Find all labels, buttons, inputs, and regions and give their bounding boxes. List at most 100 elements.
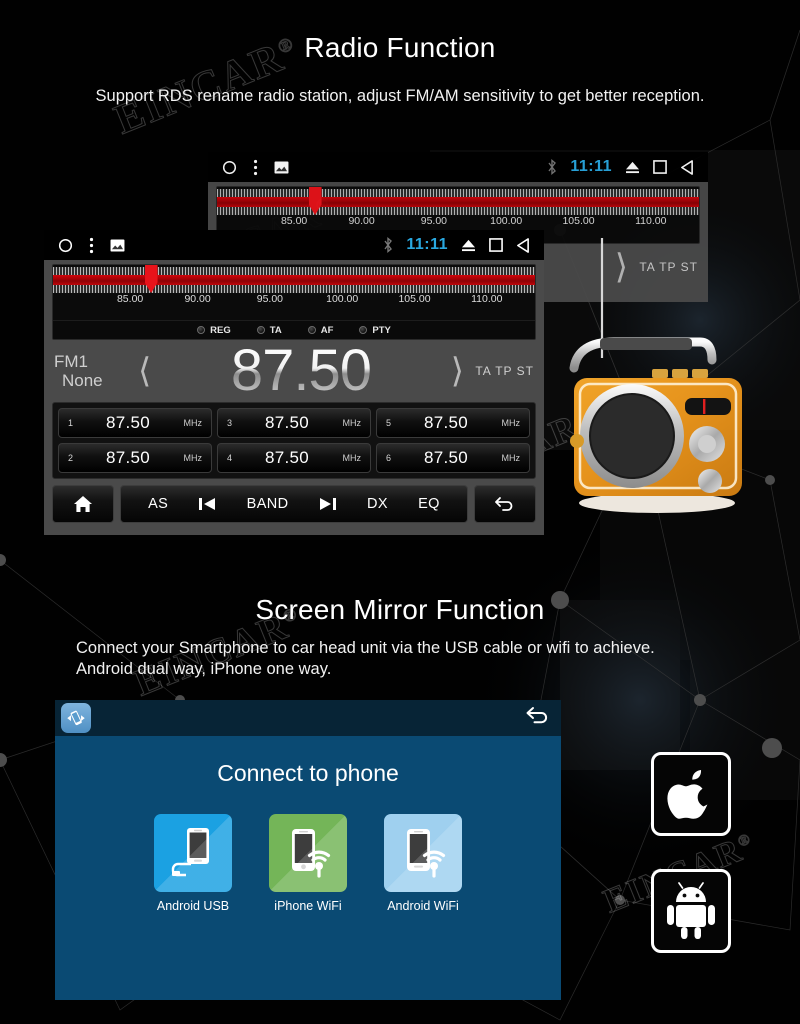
preset-number: 2 bbox=[68, 453, 74, 463]
skip-previous-icon[interactable] bbox=[198, 497, 216, 511]
band-button[interactable]: BAND bbox=[247, 496, 289, 512]
screen-mirror-icon[interactable] bbox=[61, 703, 91, 733]
mirror-back-button[interactable] bbox=[525, 705, 551, 732]
preset-button-6[interactable]: 6 87.50 MHz bbox=[376, 443, 530, 473]
tuner-label: 95.00 bbox=[420, 215, 448, 227]
overflow-menu-icon[interactable] bbox=[253, 159, 258, 176]
preset-unit: MHz bbox=[342, 453, 362, 463]
radio-section-title: Radio Function bbox=[304, 32, 496, 63]
tuner-wrap: 85.00 90.00 95.00 100.00 105.00 110.00 R… bbox=[44, 260, 544, 340]
tuner-label: 105.00 bbox=[562, 215, 595, 227]
preset-button-4[interactable]: 4 87.50 MHz bbox=[217, 443, 371, 473]
tuner-label: 105.00 bbox=[398, 293, 431, 305]
tuner-label: 85.00 bbox=[280, 215, 308, 227]
connect-title: Connect to phone bbox=[217, 760, 399, 786]
transport-controls[interactable]: AS BAND DX EQ bbox=[120, 485, 468, 523]
preset-unit: MHz bbox=[501, 453, 521, 463]
mirror-section-description-line2: Android dual way, iPhone one way. bbox=[76, 660, 332, 678]
band-indicator[interactable]: FM1 None bbox=[54, 352, 132, 390]
bluetooth-icon bbox=[547, 159, 557, 175]
status-right: 11:11 bbox=[383, 236, 530, 254]
preset-value: 87.50 bbox=[264, 413, 310, 432]
circle-icon[interactable] bbox=[58, 238, 73, 253]
tile-label: Android USB bbox=[156, 899, 230, 913]
image-icon[interactable] bbox=[110, 238, 125, 252]
tuner-labels: 85.00 90.00 95.00 100.00 105.00 110.00 bbox=[53, 293, 535, 311]
preset-number: 6 bbox=[386, 453, 392, 463]
preset-number: 3 bbox=[227, 418, 233, 428]
status-clock: 11:11 bbox=[406, 236, 448, 253]
phone-usb-icon bbox=[154, 814, 232, 892]
square-icon[interactable] bbox=[653, 160, 667, 174]
apple-logo-icon bbox=[667, 770, 708, 819]
square-icon[interactable] bbox=[489, 238, 503, 252]
mirror-section-title: Screen Mirror Function bbox=[255, 594, 545, 625]
led-icon bbox=[197, 326, 206, 334]
eject-icon bbox=[625, 161, 640, 174]
eject-icon bbox=[461, 239, 476, 252]
apple-badge bbox=[651, 752, 731, 836]
rds-option-label: AF bbox=[320, 324, 334, 336]
preset-number: 1 bbox=[68, 418, 74, 428]
circle-icon[interactable] bbox=[222, 160, 237, 175]
head-unit-screen-main[interactable]: 11:11 85.00 90.00 95.00 100.00 105.00 11… bbox=[44, 230, 544, 535]
back-triangle-icon[interactable] bbox=[680, 159, 694, 175]
screen-mirror-panel[interactable]: Connect to phone Android USB iPhone WiFi… bbox=[55, 700, 561, 1000]
chevron-left-icon[interactable]: ⟨ bbox=[132, 354, 157, 388]
tuner-label: 110.00 bbox=[635, 215, 667, 227]
radio-section-description: Support RDS rename radio station, adjust… bbox=[95, 87, 705, 105]
eq-button[interactable]: EQ bbox=[418, 496, 440, 512]
station-name: None bbox=[62, 371, 103, 390]
preset-button-5[interactable]: 5 87.50 MHz bbox=[376, 408, 530, 438]
status-bar: 11:11 bbox=[44, 230, 544, 260]
frequency-display-row: FM1 None ⟨ 87.50 ⟩ TA TP ST bbox=[44, 340, 544, 402]
led-icon bbox=[256, 326, 265, 334]
home-button[interactable] bbox=[52, 485, 114, 523]
status-right-back: 11:11 bbox=[547, 158, 694, 176]
return-button[interactable] bbox=[474, 485, 536, 523]
band-label: FM1 bbox=[54, 352, 88, 371]
preset-unit: MHz bbox=[183, 453, 203, 463]
rds-option-af[interactable]: AF bbox=[307, 324, 334, 336]
tile-android-usb[interactable]: Android USB bbox=[154, 814, 232, 913]
home-icon bbox=[73, 495, 93, 513]
tuner-label: 90.00 bbox=[348, 215, 375, 227]
mirror-panel-header bbox=[55, 700, 561, 736]
return-arrow-icon bbox=[495, 495, 515, 513]
preset-value: 87.50 bbox=[105, 448, 151, 467]
rds-option-label: TA bbox=[269, 324, 282, 336]
preset-button-3[interactable]: 3 87.50 MHz bbox=[217, 408, 371, 438]
led-icon bbox=[359, 326, 368, 334]
status-bar-back: 11:11 bbox=[208, 152, 708, 182]
rds-option-label: PTY bbox=[372, 324, 391, 336]
page-root: EINCAR® EINCAR® EINCAR® EINCAR® EINCAR® … bbox=[0, 0, 800, 1024]
tile-iphone-wifi[interactable]: iPhone WiFi bbox=[269, 814, 347, 913]
skip-next-icon[interactable] bbox=[319, 497, 337, 511]
image-icon[interactable] bbox=[274, 160, 289, 174]
tuner-label: 85.00 bbox=[116, 293, 144, 305]
back-triangle-icon[interactable] bbox=[516, 237, 530, 253]
rds-indicators: TA TP ST bbox=[475, 364, 534, 378]
preset-value: 87.50 bbox=[264, 448, 310, 467]
vintage-radio-illustration bbox=[569, 238, 742, 513]
rds-option-reg[interactable]: REG bbox=[197, 325, 231, 336]
preset-grid: 1 87.50 MHz 2 87.50 MHz 3 87.50 MHz 4 87… bbox=[52, 402, 536, 479]
tuner-label: 110.00 bbox=[471, 293, 503, 305]
as-button[interactable]: AS bbox=[148, 496, 168, 512]
preset-unit: MHz bbox=[501, 418, 521, 428]
preset-button-1[interactable]: 1 87.50 MHz bbox=[58, 408, 212, 438]
tuner-ticks-top bbox=[217, 189, 699, 197]
preset-unit: MHz bbox=[342, 418, 362, 428]
tuner-label: 100.00 bbox=[326, 293, 359, 305]
preset-button-2[interactable]: 2 87.50 MHz bbox=[58, 443, 212, 473]
tile-label: Android WiFi bbox=[387, 899, 459, 913]
dx-button[interactable]: DX bbox=[367, 496, 388, 512]
tile-android-wifi[interactable]: Android WiFi bbox=[384, 814, 462, 913]
chevron-right-icon[interactable]: ⟩ bbox=[445, 354, 470, 388]
rds-option-pty[interactable]: PTY bbox=[359, 324, 391, 336]
tuner-scale[interactable]: 85.00 90.00 95.00 100.00 105.00 110.00 R… bbox=[52, 264, 536, 340]
rds-option-ta[interactable]: TA bbox=[256, 324, 282, 336]
tuner-red-bar bbox=[217, 197, 699, 207]
rds-option-label: REG bbox=[210, 324, 231, 336]
overflow-menu-icon[interactable] bbox=[89, 237, 94, 254]
